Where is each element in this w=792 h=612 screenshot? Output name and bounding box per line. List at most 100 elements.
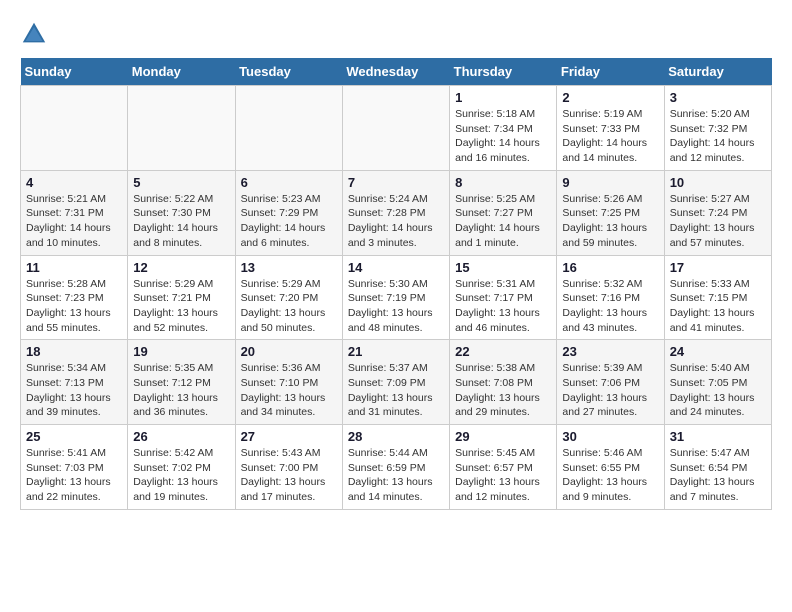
calendar-cell: 17 Sunrise: 5:33 AMSunset: 7:15 PMDayligh… (664, 255, 771, 340)
calendar-cell: 15 Sunrise: 5:31 AMSunset: 7:17 PMDayligh… (450, 255, 557, 340)
day-number: 26 (133, 429, 229, 444)
weekday-header-wednesday: Wednesday (342, 58, 449, 86)
calendar-cell: 11 Sunrise: 5:28 AMSunset: 7:23 PMDayligh… (21, 255, 128, 340)
calendar-cell: 4 Sunrise: 5:21 AMSunset: 7:31 PMDaylight… (21, 170, 128, 255)
calendar-cell: 7Sunrise: 5:24 AMSunset: 7:28 PMDaylight… (342, 170, 449, 255)
calendar-cell: 27 Sunrise: 5:43 AMSunset: 7:00 PMDayligh… (235, 425, 342, 510)
day-detail: Sunrise: 5:23 AMSunset: 7:29 PMDaylight:… (241, 192, 337, 251)
day-number: 2 (562, 90, 658, 105)
calendar-cell (235, 86, 342, 171)
calendar-cell (128, 86, 235, 171)
calendar-cell: 31 Sunrise: 5:47 AMSunset: 6:54 PMDayligh… (664, 425, 771, 510)
day-number: 19 (133, 344, 229, 359)
calendar-cell: 16 Sunrise: 5:32 AMSunset: 7:16 PMDayligh… (557, 255, 664, 340)
day-detail: Sunrise: 5:19 AMSunset: 7:33 PMDaylight:… (562, 107, 658, 166)
day-detail: Sunrise: 5:39 AMSunset: 7:06 PMDaylight:… (562, 361, 658, 420)
weekday-header-tuesday: Tuesday (235, 58, 342, 86)
day-detail: Sunrise: 5:37 AMSunset: 7:09 PMDaylight:… (348, 361, 444, 420)
calendar-cell: 20 Sunrise: 5:36 AMSunset: 7:10 PMDayligh… (235, 340, 342, 425)
calendar-cell: 28Sunrise: 5:44 AMSunset: 6:59 PMDayligh… (342, 425, 449, 510)
calendar-cell: 1 Sunrise: 5:18 AMSunset: 7:34 PMDaylight… (450, 86, 557, 171)
day-detail: Sunrise: 5:22 AMSunset: 7:30 PMDaylight:… (133, 192, 229, 251)
calendar-cell: 25 Sunrise: 5:41 AMSunset: 7:03 PMDayligh… (21, 425, 128, 510)
calendar-cell: 29Sunrise: 5:45 AMSunset: 6:57 PMDayligh… (450, 425, 557, 510)
day-detail: Sunrise: 5:45 AMSunset: 6:57 PMDaylight:… (455, 446, 551, 505)
calendar-cell: 26 Sunrise: 5:42 AMSunset: 7:02 PMDayligh… (128, 425, 235, 510)
week-row-4: 18 Sunrise: 5:34 AMSunset: 7:13 PMDayligh… (21, 340, 772, 425)
day-number: 8 (455, 175, 551, 190)
day-number: 9 (562, 175, 658, 190)
calendar-cell (21, 86, 128, 171)
day-number: 18 (26, 344, 122, 359)
calendar-cell: 13 Sunrise: 5:29 AMSunset: 7:20 PMDayligh… (235, 255, 342, 340)
day-number: 4 (26, 175, 122, 190)
calendar-cell: 30Sunrise: 5:46 AMSunset: 6:55 PMDayligh… (557, 425, 664, 510)
day-detail: Sunrise: 5:18 AMSunset: 7:34 PMDaylight:… (455, 107, 551, 166)
day-detail: Sunrise: 5:33 AMSunset: 7:15 PMDaylight:… (670, 277, 766, 336)
page-header (20, 20, 772, 48)
day-detail: Sunrise: 5:41 AMSunset: 7:03 PMDaylight:… (26, 446, 122, 505)
day-number: 17 (670, 260, 766, 275)
day-number: 12 (133, 260, 229, 275)
day-number: 28 (348, 429, 444, 444)
day-detail: Sunrise: 5:32 AMSunset: 7:16 PMDaylight:… (562, 277, 658, 336)
calendar-cell: 24Sunrise: 5:40 AMSunset: 7:05 PMDayligh… (664, 340, 771, 425)
day-detail: Sunrise: 5:47 AMSunset: 6:54 PMDaylight:… (670, 446, 766, 505)
day-number: 10 (670, 175, 766, 190)
week-row-2: 4 Sunrise: 5:21 AMSunset: 7:31 PMDaylight… (21, 170, 772, 255)
day-number: 11 (26, 260, 122, 275)
calendar-cell: 8 Sunrise: 5:25 AMSunset: 7:27 PMDaylight… (450, 170, 557, 255)
day-number: 25 (26, 429, 122, 444)
day-detail: Sunrise: 5:34 AMSunset: 7:13 PMDaylight:… (26, 361, 122, 420)
weekday-header-thursday: Thursday (450, 58, 557, 86)
day-detail: Sunrise: 5:29 AMSunset: 7:21 PMDaylight:… (133, 277, 229, 336)
calendar-cell: 9 Sunrise: 5:26 AMSunset: 7:25 PMDaylight… (557, 170, 664, 255)
calendar-table: SundayMondayTuesdayWednesdayThursdayFrid… (20, 58, 772, 510)
day-detail: Sunrise: 5:40 AMSunset: 7:05 PMDaylight:… (670, 361, 766, 420)
day-number: 22 (455, 344, 551, 359)
calendar-cell: 6Sunrise: 5:23 AMSunset: 7:29 PMDaylight… (235, 170, 342, 255)
day-detail: Sunrise: 5:26 AMSunset: 7:25 PMDaylight:… (562, 192, 658, 251)
week-row-5: 25 Sunrise: 5:41 AMSunset: 7:03 PMDayligh… (21, 425, 772, 510)
day-detail: Sunrise: 5:36 AMSunset: 7:10 PMDaylight:… (241, 361, 337, 420)
calendar-cell: 23Sunrise: 5:39 AMSunset: 7:06 PMDayligh… (557, 340, 664, 425)
weekday-header-friday: Friday (557, 58, 664, 86)
day-number: 1 (455, 90, 551, 105)
logo-icon (20, 20, 48, 48)
calendar-cell: 14 Sunrise: 5:30 AMSunset: 7:19 PMDayligh… (342, 255, 449, 340)
calendar-cell: 3 Sunrise: 5:20 AMSunset: 7:32 PMDaylight… (664, 86, 771, 171)
day-number: 30 (562, 429, 658, 444)
day-detail: Sunrise: 5:42 AMSunset: 7:02 PMDaylight:… (133, 446, 229, 505)
calendar-cell: 22Sunrise: 5:38 AMSunset: 7:08 PMDayligh… (450, 340, 557, 425)
calendar-cell: 12 Sunrise: 5:29 AMSunset: 7:21 PMDayligh… (128, 255, 235, 340)
day-detail: Sunrise: 5:28 AMSunset: 7:23 PMDaylight:… (26, 277, 122, 336)
day-number: 21 (348, 344, 444, 359)
day-detail: Sunrise: 5:35 AMSunset: 7:12 PMDaylight:… (133, 361, 229, 420)
calendar-cell: 18 Sunrise: 5:34 AMSunset: 7:13 PMDayligh… (21, 340, 128, 425)
day-number: 13 (241, 260, 337, 275)
day-detail: Sunrise: 5:20 AMSunset: 7:32 PMDaylight:… (670, 107, 766, 166)
day-number: 31 (670, 429, 766, 444)
weekday-header-monday: Monday (128, 58, 235, 86)
day-detail: Sunrise: 5:29 AMSunset: 7:20 PMDaylight:… (241, 277, 337, 336)
day-detail: Sunrise: 5:27 AMSunset: 7:24 PMDaylight:… (670, 192, 766, 251)
day-number: 27 (241, 429, 337, 444)
calendar-cell: 2 Sunrise: 5:19 AMSunset: 7:33 PMDaylight… (557, 86, 664, 171)
calendar-cell: 5 Sunrise: 5:22 AMSunset: 7:30 PMDaylight… (128, 170, 235, 255)
weekday-header-row: SundayMondayTuesdayWednesdayThursdayFrid… (21, 58, 772, 86)
weekday-header-sunday: Sunday (21, 58, 128, 86)
day-detail: Sunrise: 5:30 AMSunset: 7:19 PMDaylight:… (348, 277, 444, 336)
day-detail: Sunrise: 5:31 AMSunset: 7:17 PMDaylight:… (455, 277, 551, 336)
day-number: 5 (133, 175, 229, 190)
day-number: 20 (241, 344, 337, 359)
day-number: 3 (670, 90, 766, 105)
week-row-3: 11 Sunrise: 5:28 AMSunset: 7:23 PMDayligh… (21, 255, 772, 340)
day-detail: Sunrise: 5:21 AMSunset: 7:31 PMDaylight:… (26, 192, 122, 251)
day-number: 16 (562, 260, 658, 275)
day-number: 14 (348, 260, 444, 275)
day-detail: Sunrise: 5:43 AMSunset: 7:00 PMDaylight:… (241, 446, 337, 505)
calendar-cell: 21 Sunrise: 5:37 AMSunset: 7:09 PMDayligh… (342, 340, 449, 425)
day-number: 15 (455, 260, 551, 275)
logo (20, 20, 52, 48)
day-detail: Sunrise: 5:25 AMSunset: 7:27 PMDaylight:… (455, 192, 551, 251)
